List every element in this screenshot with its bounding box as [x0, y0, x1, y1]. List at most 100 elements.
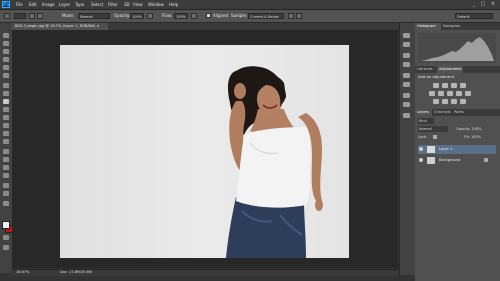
invert-icon[interactable]: [433, 99, 439, 104]
menu-3d[interactable]: 3D: [124, 1, 130, 8]
type-tool-icon[interactable]: [3, 157, 9, 162]
more-tools-icon[interactable]: [3, 201, 9, 206]
menu-image[interactable]: Image: [42, 1, 55, 8]
tab-channels[interactable]: Channels: [432, 109, 452, 116]
lock-icon[interactable]: [433, 135, 437, 139]
ignore-adjustment-layers-icon[interactable]: [288, 13, 294, 19]
history-icon[interactable]: [403, 33, 410, 38]
healing-brush-tool-icon[interactable]: [3, 83, 9, 88]
vibrance-icon[interactable]: [429, 91, 435, 96]
crop-tool-icon[interactable]: [3, 65, 9, 70]
foreground-color-swatch[interactable]: [2, 221, 10, 229]
blur-tool-icon[interactable]: [3, 131, 9, 136]
threshold-icon[interactable]: [451, 99, 457, 104]
path-selection-tool-icon[interactable]: [3, 165, 9, 170]
sample-select[interactable]: Current & Below: [248, 13, 284, 19]
menu-edit[interactable]: Edit: [29, 1, 37, 8]
photoshop-logo[interactable]: Ps: [2, 1, 10, 8]
menu-window[interactable]: Window: [148, 1, 164, 8]
pressure-opacity-icon[interactable]: [147, 13, 153, 19]
tab-navigator[interactable]: Navigator: [441, 23, 467, 30]
toggle-clone-source-icon[interactable]: [37, 13, 43, 19]
curves-icon[interactable]: [451, 83, 457, 88]
brush-presets-icon[interactable]: [403, 82, 410, 87]
tab-adjustments[interactable]: Adjustments: [437, 66, 463, 73]
tab-libraries[interactable]: Libraries: [415, 66, 437, 73]
posterize-icon[interactable]: [442, 99, 448, 104]
aligned-checkbox[interactable]: [206, 13, 211, 18]
menu-view[interactable]: View: [133, 1, 143, 8]
gradient-map-icon[interactable]: [460, 99, 466, 104]
info-icon[interactable]: [403, 62, 410, 67]
properties-icon[interactable]: [403, 53, 410, 58]
brush-panel-icon[interactable]: [403, 73, 410, 78]
layer-filter-kind[interactable]: Kind: [418, 118, 434, 124]
eye-icon[interactable]: [419, 147, 423, 151]
layer-opacity[interactable]: Opacity: 100%: [456, 126, 492, 132]
airbrush-icon[interactable]: [191, 13, 197, 19]
lasso-tool-icon[interactable]: [3, 49, 9, 54]
dodge-tool-icon[interactable]: [3, 139, 9, 144]
tab-histogram[interactable]: Histogram: [415, 23, 441, 30]
quick-mask-icon[interactable]: [3, 235, 9, 240]
exposure-icon[interactable]: [460, 83, 466, 88]
zoom-level[interactable]: 16.67%: [16, 269, 29, 275]
zoom-tool-icon[interactable]: [3, 191, 9, 196]
shape-tool-icon[interactable]: [3, 173, 9, 178]
flow-input[interactable]: 100%: [174, 13, 188, 19]
menu-help[interactable]: Help: [169, 1, 178, 8]
paragraph-icon[interactable]: [403, 102, 410, 107]
history-brush-tool-icon[interactable]: [3, 107, 9, 112]
quick-select-tool-icon[interactable]: [3, 57, 9, 62]
clone-stamp-tool-icon[interactable]: [3, 99, 9, 104]
levels-icon[interactable]: [442, 83, 448, 88]
mode-select[interactable]: Normal: [78, 13, 110, 19]
eye-icon[interactable]: [419, 158, 423, 162]
adjustments-title: Add an adjustment: [418, 74, 455, 79]
actions-icon[interactable]: [403, 42, 410, 47]
hand-tool-icon[interactable]: [3, 183, 9, 188]
eyedropper-tool-icon[interactable]: [3, 73, 9, 78]
menu-filter[interactable]: Filter: [108, 1, 118, 8]
document-tab[interactable]: BEX-3_begin.jpg @ 16.7% (Layer 1, RGB/8#…: [12, 23, 108, 30]
menu-layer[interactable]: Layer: [59, 1, 70, 8]
menu-select[interactable]: Select: [91, 1, 103, 8]
hue-saturation-icon[interactable]: [438, 91, 444, 96]
layer-name[interactable]: Background: [439, 156, 460, 165]
lock-icon: [484, 158, 488, 162]
aligned-label: Aligned: [213, 13, 229, 18]
character-icon[interactable]: [403, 93, 410, 98]
close-button[interactable]: ×: [489, 1, 497, 7]
screen-mode-icon[interactable]: [3, 245, 9, 250]
black-white-icon[interactable]: [456, 91, 462, 96]
layer-blend-mode[interactable]: Normal: [418, 126, 448, 132]
tab-layers[interactable]: Layers: [415, 109, 432, 116]
menu-type[interactable]: Type: [75, 1, 84, 8]
move-tool-icon[interactable]: [3, 33, 9, 38]
document-info[interactable]: Doc: 17.8M/35.6M: [60, 269, 92, 275]
menu-file[interactable]: File: [16, 1, 23, 8]
clone-source-icon[interactable]: [403, 113, 410, 118]
toggle-brush-panel-icon[interactable]: [29, 13, 35, 19]
photo-filter-icon[interactable]: [465, 91, 471, 96]
color-balance-icon[interactable]: [447, 91, 453, 96]
brush-icon[interactable]: [3, 91, 9, 96]
layer-fill[interactable]: Fill: 100%: [464, 134, 492, 140]
brush-preset-picker[interactable]: [14, 13, 26, 19]
document-image[interactable]: [60, 45, 349, 258]
opacity-input[interactable]: 100%: [130, 13, 144, 19]
layer-name[interactable]: Layer 1: [439, 145, 452, 154]
minimize-button[interactable]: _: [470, 1, 478, 7]
brightness-contrast-icon[interactable]: [433, 83, 439, 88]
clone-stamp-icon[interactable]: [4, 13, 10, 19]
maximize-button[interactable]: □: [479, 1, 487, 7]
pen-tool-icon[interactable]: [3, 149, 9, 154]
lock-label: Lock:: [418, 135, 428, 139]
woman-photo: [226, 66, 323, 258]
marquee-tool-icon[interactable]: [3, 41, 9, 46]
workspace-select[interactable]: Default: [455, 13, 493, 19]
tab-paths[interactable]: Paths: [452, 109, 466, 116]
pressure-size-icon[interactable]: [296, 13, 302, 19]
eraser-tool-icon[interactable]: [3, 115, 9, 120]
gradient-tool-icon[interactable]: [3, 123, 9, 128]
